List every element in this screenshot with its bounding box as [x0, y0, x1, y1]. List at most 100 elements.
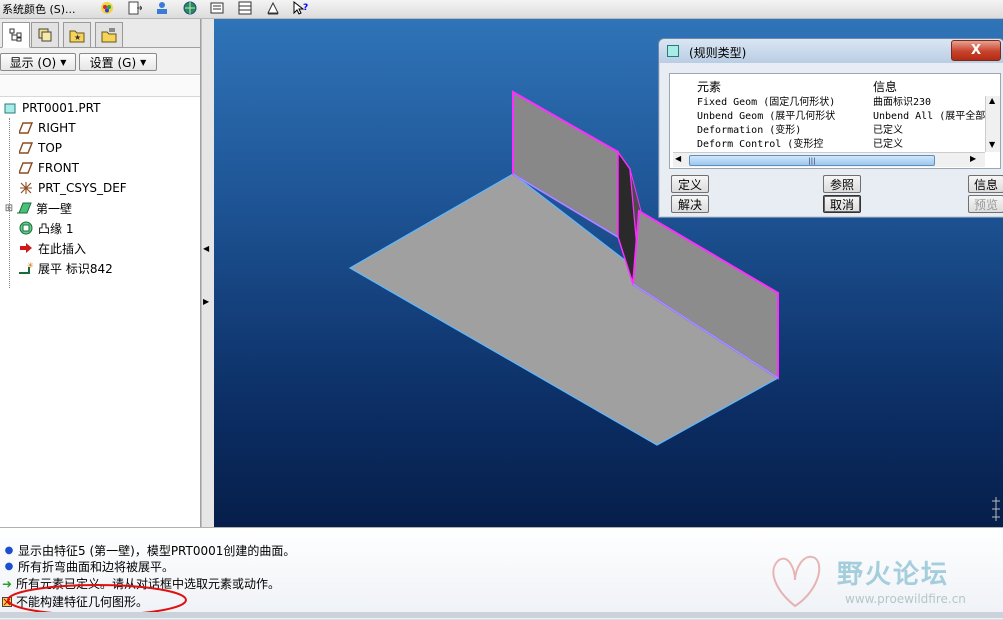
tree-item-label: PRT_CSYS_DEF [38, 181, 127, 195]
svg-text:★: ★ [74, 33, 81, 42]
color-wheel-icon[interactable] [98, 0, 116, 16]
datum-plane-icon [18, 140, 34, 156]
dialog-title: (规则类型) [689, 46, 747, 60]
tree-header-strip [0, 76, 200, 97]
person-icon[interactable] [153, 0, 171, 16]
element-list: Fixed Geom (固定几何形状) 曲面标识230 Unbend Geom … [673, 96, 985, 152]
element-cell: Fixed Geom (固定几何形状) [697, 97, 836, 108]
measure-icon[interactable] [264, 0, 282, 16]
references-button[interactable]: 参照 [823, 175, 861, 193]
scroll-down-icon[interactable]: ▼ [989, 140, 995, 149]
help-cursor-icon[interactable]: ? [292, 0, 310, 16]
message-text: 显示由特征5 (第一壁)，模型PRT0001创建的曲面。 [18, 544, 296, 558]
settings-button-label: 设置 (G) [89, 55, 137, 70]
tree-item-csys[interactable]: PRT_CSYS_DEF [18, 178, 198, 198]
element-row-deform-control[interactable]: Deform Control (变形控 [697, 138, 823, 152]
scroll-up-icon[interactable]: ▲ [989, 96, 995, 105]
column-header-info: 信息 [873, 80, 898, 94]
info-dot-icon: ● [4, 545, 14, 556]
element-cell: Unbend Geom (展平几何形状 [697, 111, 836, 122]
expand-right-icon[interactable]: ▶ [203, 297, 209, 306]
vertical-scrollbar[interactable]: ▲ ▼ [985, 96, 1000, 152]
dropdown-arrow-icon: ▼ [60, 57, 67, 67]
collapse-left-icon[interactable]: ◀ [203, 244, 209, 253]
datum-plane-icon [18, 120, 34, 136]
resolve-button[interactable]: 解决 [671, 195, 709, 213]
define-button[interactable]: 定义 [671, 175, 709, 193]
csys-icon [18, 180, 34, 196]
sheetmetal-wall-icon [16, 200, 32, 216]
scroll-left-icon[interactable]: ◀ [675, 154, 681, 163]
element-table: 元素 信息 Fixed Geom (固定几何形状) 曲面标识230 Unbend… [669, 73, 1001, 169]
info-dot-icon: ● [4, 561, 14, 572]
settings-dropdown-button[interactable]: 设置 (G) ▼ [79, 53, 157, 71]
tree-item-first-wall[interactable]: ⊞ 第一壁 [4, 198, 198, 218]
message-line: ● 显示由特征5 (第一壁)，模型PRT0001创建的曲面。 [4, 542, 296, 559]
panel-tabs: ★ [0, 19, 200, 48]
svg-text:✳: ✳ [27, 261, 34, 270]
layout-icon[interactable] [236, 0, 254, 16]
datum-plane-icon [18, 160, 34, 176]
tree-button-row: 显示 (O) ▼ 设置 (G) ▼ [0, 48, 200, 75]
tools-icon[interactable] [95, 22, 123, 48]
model-tree-icon[interactable] [2, 22, 30, 48]
column-header-element: 元素 [697, 80, 722, 94]
print-icon[interactable] [208, 0, 226, 16]
tree-item-label: TOP [38, 141, 63, 155]
dropdown-arrow-icon: ▼ [140, 57, 147, 67]
cancel-button[interactable]: 取消 [823, 195, 861, 213]
svg-text:?: ? [303, 3, 308, 13]
globe-icon[interactable] [181, 0, 199, 16]
show-button-label: 显示 (O) [9, 55, 57, 70]
tree-item-flange[interactable]: 凸缘 1 [18, 218, 198, 238]
element-row-unbend-geom[interactable]: Unbend Geom (展平几何形状 [697, 110, 835, 124]
tree-item-insert-here[interactable]: 在此插入 [18, 238, 198, 258]
info-cell: Unbend All (展平全部 [873, 111, 985, 122]
message-text: 所有折弯曲面和边将被展平。 [18, 560, 175, 574]
info-cell: 已定义 [873, 125, 903, 136]
tree-item-part[interactable]: PRT0001.PRT [2, 98, 202, 118]
watermark-url: www.proewildfire.cn [845, 592, 966, 606]
rule-type-dialog[interactable]: (规则类型) X 元素 信息 Fixed Geom (固定几何形状) 曲面标识2… [658, 38, 1003, 218]
viewport-scroll-marker [992, 497, 1000, 521]
top-toolbar: 系统颜色 (S)... ? [0, 0, 1003, 19]
message-line: ● 所有折弯曲面和边将被展平。 [4, 558, 174, 575]
info-cell: 已定义 [873, 139, 903, 150]
scroll-thumb[interactable]: ||| [689, 155, 935, 166]
tree-item-label: 凸缘 1 [38, 221, 74, 236]
tree-item-label: 第一壁 [36, 201, 73, 216]
panel-splitter[interactable]: ◀ ▶ [201, 19, 215, 527]
flange-icon [18, 220, 34, 236]
element-cell: Deform Control (变形控 [697, 139, 824, 150]
horizontal-scrollbar[interactable]: ◀ ||| ▶ [673, 152, 985, 167]
unbend-icon: ✳ [18, 260, 34, 276]
expand-plus-icon[interactable]: ⊞ [4, 200, 14, 216]
watermark-logo: 野火论坛 www.proewildfire.cn [765, 550, 1001, 616]
show-dropdown-button[interactable]: 显示 (O) ▼ [0, 53, 76, 71]
dialog-titlebar[interactable]: (规则类型) X [659, 39, 1003, 63]
export-icon[interactable] [126, 0, 144, 16]
preview-button[interactable]: 预览 [968, 195, 1003, 213]
info-button[interactable]: 信息 [968, 175, 1003, 193]
part-icon [2, 100, 18, 116]
tree-item-label: 在此插入 [38, 241, 87, 256]
info-cell: 曲面标识230 [873, 97, 932, 108]
system-colors-menu[interactable]: 系统颜色 (S)... [2, 1, 76, 17]
layers-icon[interactable] [31, 22, 59, 48]
status-bar [0, 612, 1003, 618]
tree-item-right[interactable]: RIGHT [18, 118, 198, 138]
scroll-right-icon[interactable]: ▶ [970, 154, 976, 163]
element-row-deformation[interactable]: Deformation (变形) [697, 124, 801, 138]
tree-item-label: PRT0001.PRT [22, 101, 101, 115]
element-row-fixed-geom[interactable]: Fixed Geom (固定几何形状) [697, 96, 835, 110]
dialog-app-icon [667, 45, 679, 60]
model-tree-panel: ★ 显示 (O) ▼ 设置 (G) ▼ PRT0001.PRT RIGHT TO… [0, 19, 201, 527]
tree-item-front[interactable]: FRONT [18, 158, 198, 178]
tree-item-top[interactable]: TOP [18, 138, 198, 158]
tree-item-label: RIGHT [38, 121, 76, 135]
message-area: ● 显示由特征5 (第一壁)，模型PRT0001创建的曲面。 ● 所有折弯曲面和… [0, 527, 1003, 619]
tree-item-unbend[interactable]: ✳ 展平 标识842 [18, 258, 198, 278]
favorites-icon[interactable]: ★ [63, 22, 91, 48]
close-icon[interactable]: X [951, 40, 1001, 61]
watermark-title: 野火论坛 [837, 560, 950, 590]
